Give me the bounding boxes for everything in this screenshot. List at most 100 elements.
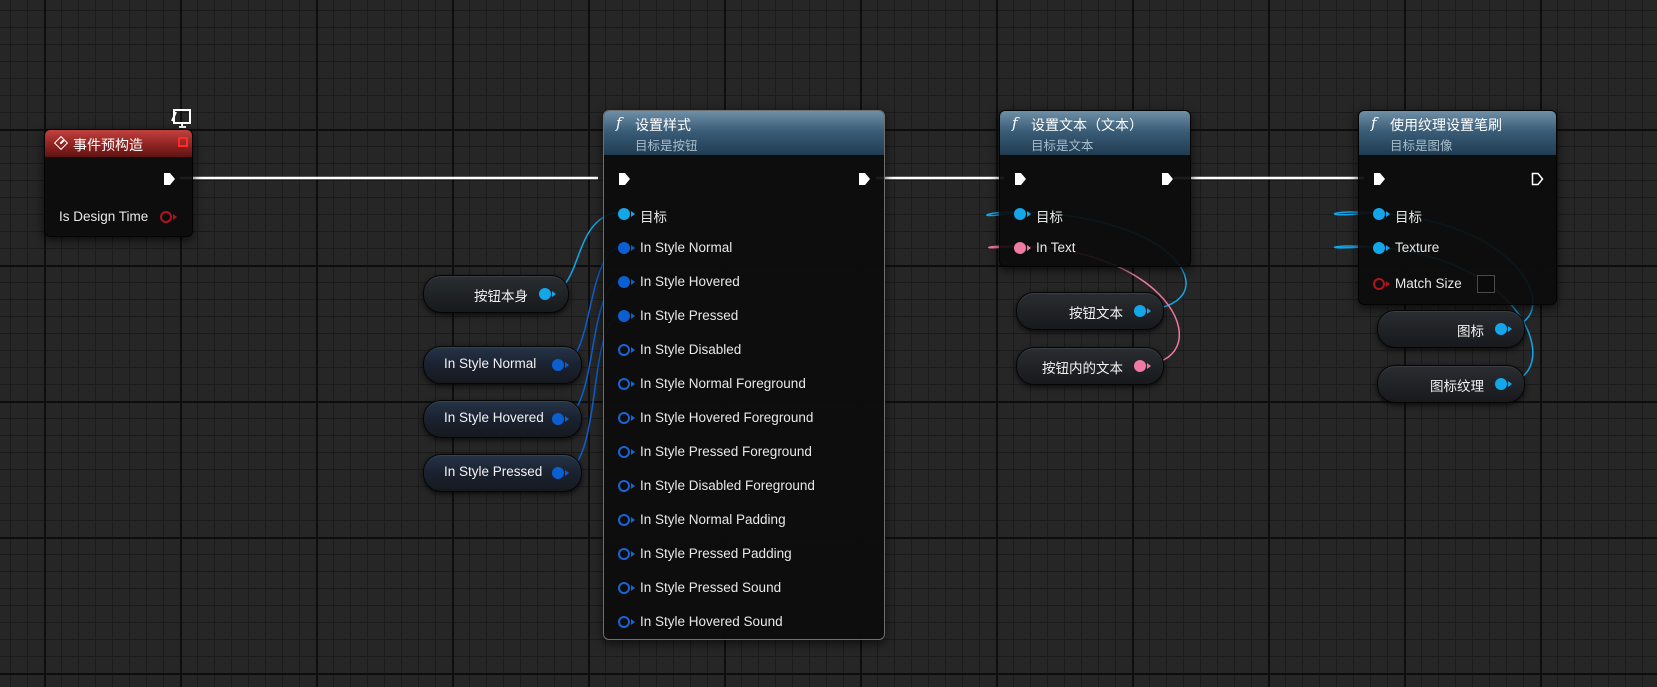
variable-node-button-text[interactable]: 按钮文本 — [1016, 292, 1164, 330]
set-style-node[interactable]: f 设置样式 目标是按钮 目标 In Style Normal In Style… — [603, 110, 885, 640]
text-input-pin[interactable] — [1014, 242, 1031, 254]
node-subtitle: 目标是图像 — [1390, 139, 1453, 153]
exec-in-pin[interactable] — [1014, 172, 1027, 186]
pin-label: Match Size — [1395, 276, 1462, 291]
struct-input-pin[interactable] — [618, 242, 635, 254]
object-output-pin[interactable] — [539, 288, 556, 300]
struct-input-pin[interactable] — [618, 548, 635, 560]
bool-input-pin[interactable] — [1373, 278, 1390, 290]
struct-output-pin[interactable] — [552, 359, 569, 371]
exec-out-pin[interactable] — [858, 172, 871, 186]
exec-out-pin[interactable] — [1161, 172, 1174, 186]
variable-node-button-self[interactable]: 按钮本身 — [423, 275, 569, 313]
struct-input-pin[interactable] — [618, 378, 635, 390]
pin-label: In Style Disabled Foreground — [640, 478, 815, 493]
variable-node-icon[interactable]: 图标 — [1377, 310, 1525, 348]
pin-label: In Style Normal Padding — [640, 512, 786, 527]
variable-label: 图标纹理 — [1430, 379, 1484, 394]
pin-row-target[interactable]: 目标 — [1000, 203, 1190, 225]
text-output-pin[interactable] — [1134, 360, 1151, 372]
struct-output-pin[interactable] — [552, 413, 569, 425]
pin-row-match-size[interactable]: Match Size — [1359, 273, 1556, 295]
struct-output-pin[interactable] — [552, 467, 569, 479]
pin-row-in-style-pressed-foreground[interactable]: In Style Pressed Foreground — [604, 441, 884, 463]
bool-output-pin[interactable] — [160, 211, 177, 223]
struct-input-pin[interactable] — [618, 480, 635, 492]
exec-in-pin[interactable] — [618, 172, 631, 186]
event-diamond-icon — [53, 135, 69, 151]
object-input-pin[interactable] — [1373, 208, 1390, 220]
object-output-pin[interactable] — [1495, 378, 1512, 390]
pin-label: 目标 — [640, 210, 667, 225]
variable-node-in-style-pressed[interactable]: In Style Pressed — [423, 454, 582, 492]
node-title: 设置文本（文本） — [1031, 117, 1143, 133]
pin-row-in-style-hovered-foreground[interactable]: In Style Hovered Foreground — [604, 407, 884, 429]
variable-label: 按钮本身 — [474, 289, 528, 304]
pin-label: Is Design Time — [59, 209, 149, 224]
struct-input-pin[interactable] — [618, 616, 635, 628]
struct-input-pin[interactable] — [618, 446, 635, 458]
struct-input-pin[interactable] — [618, 310, 635, 322]
exec-out-pin[interactable] — [1531, 172, 1544, 186]
pin-label: In Text — [1036, 240, 1076, 255]
pin-label: In Style Disabled — [640, 342, 742, 357]
pin-label: 目标 — [1395, 210, 1422, 225]
pin-label: In Style Normal Foreground — [640, 376, 806, 391]
pin-row-in-style-normal[interactable]: In Style Normal — [604, 237, 884, 259]
struct-input-pin[interactable] — [618, 514, 635, 526]
struct-input-pin[interactable] — [618, 582, 635, 594]
pin-row-in-style-pressed-padding[interactable]: In Style Pressed Padding — [604, 543, 884, 565]
object-output-pin[interactable] — [1134, 305, 1151, 317]
function-icon: f — [616, 114, 622, 132]
pin-row-in-style-pressed[interactable]: In Style Pressed — [604, 305, 884, 327]
variable-node-button-inner-text[interactable]: 按钮内的文本 — [1016, 347, 1164, 385]
variable-label: 按钮内的文本 — [1042, 361, 1123, 376]
pin-label: In Style Pressed — [640, 308, 739, 323]
event-node-title: 事件预构造 — [73, 137, 143, 153]
pin-row-is-design-time[interactable]: Is Design Time — [45, 206, 192, 228]
struct-input-pin[interactable] — [618, 276, 635, 288]
event-node-header[interactable]: 事件预构造 — [45, 130, 192, 157]
match-size-checkbox[interactable] — [1477, 275, 1495, 293]
variable-label: In Style Hovered — [444, 410, 544, 425]
delegate-pin[interactable] — [178, 137, 188, 147]
variable-label: In Style Normal — [444, 356, 537, 371]
pin-row-in-style-pressed-sound[interactable]: In Style Pressed Sound — [604, 577, 884, 599]
exec-in-pin[interactable] — [1373, 172, 1386, 186]
pin-label: Texture — [1395, 240, 1440, 255]
function-icon: f — [1012, 114, 1018, 132]
pin-label: In Style Hovered Foreground — [640, 410, 814, 425]
set-style-header[interactable]: f 设置样式 目标是按钮 — [604, 111, 884, 155]
set-text-node[interactable]: f 设置文本（文本） 目标是文本 目标 In Text — [999, 110, 1191, 267]
set-text-header[interactable]: f 设置文本（文本） 目标是文本 — [1000, 111, 1190, 155]
pin-row-target[interactable]: 目标 — [1359, 203, 1556, 225]
pin-row-in-style-disabled-foreground[interactable]: In Style Disabled Foreground — [604, 475, 884, 497]
pin-row-in-style-normal-foreground[interactable]: In Style Normal Foreground — [604, 373, 884, 395]
pin-row-in-style-hovered-sound[interactable]: In Style Hovered Sound — [604, 611, 884, 633]
struct-input-pin[interactable] — [618, 344, 635, 356]
pin-row-in-style-normal-padding[interactable]: In Style Normal Padding — [604, 509, 884, 531]
editor-only-monitor-icon — [171, 109, 191, 128]
variable-node-icon-texture[interactable]: 图标纹理 — [1377, 365, 1525, 403]
variable-label: 按钮文本 — [1069, 306, 1123, 321]
object-output-pin[interactable] — [1495, 323, 1512, 335]
set-brush-node[interactable]: f 使用纹理设置笔刷 目标是图像 目标 Texture Match Size — [1358, 110, 1557, 305]
pin-row-in-style-disabled[interactable]: In Style Disabled — [604, 339, 884, 361]
pin-row-in-text[interactable]: In Text — [1000, 237, 1190, 259]
node-subtitle: 目标是按钮 — [635, 139, 698, 153]
pin-label: In Style Hovered — [640, 274, 740, 289]
pin-row-target[interactable]: 目标 — [604, 203, 884, 225]
exec-out-pin[interactable] — [163, 172, 176, 186]
variable-node-in-style-normal[interactable]: In Style Normal — [423, 346, 582, 384]
variable-node-in-style-hovered[interactable]: In Style Hovered — [423, 400, 582, 438]
variable-label: 图标 — [1457, 324, 1484, 339]
pin-row-texture[interactable]: Texture — [1359, 237, 1556, 259]
object-input-pin[interactable] — [1373, 242, 1390, 254]
set-brush-header[interactable]: f 使用纹理设置笔刷 目标是图像 — [1359, 111, 1556, 155]
pin-label: In Style Pressed Foreground — [640, 444, 812, 459]
pin-row-in-style-hovered[interactable]: In Style Hovered — [604, 271, 884, 293]
object-input-pin[interactable] — [618, 208, 635, 220]
event-construct-node[interactable]: 事件预构造 Is Design Time — [44, 129, 193, 237]
struct-input-pin[interactable] — [618, 412, 635, 424]
object-input-pin[interactable] — [1014, 208, 1031, 220]
